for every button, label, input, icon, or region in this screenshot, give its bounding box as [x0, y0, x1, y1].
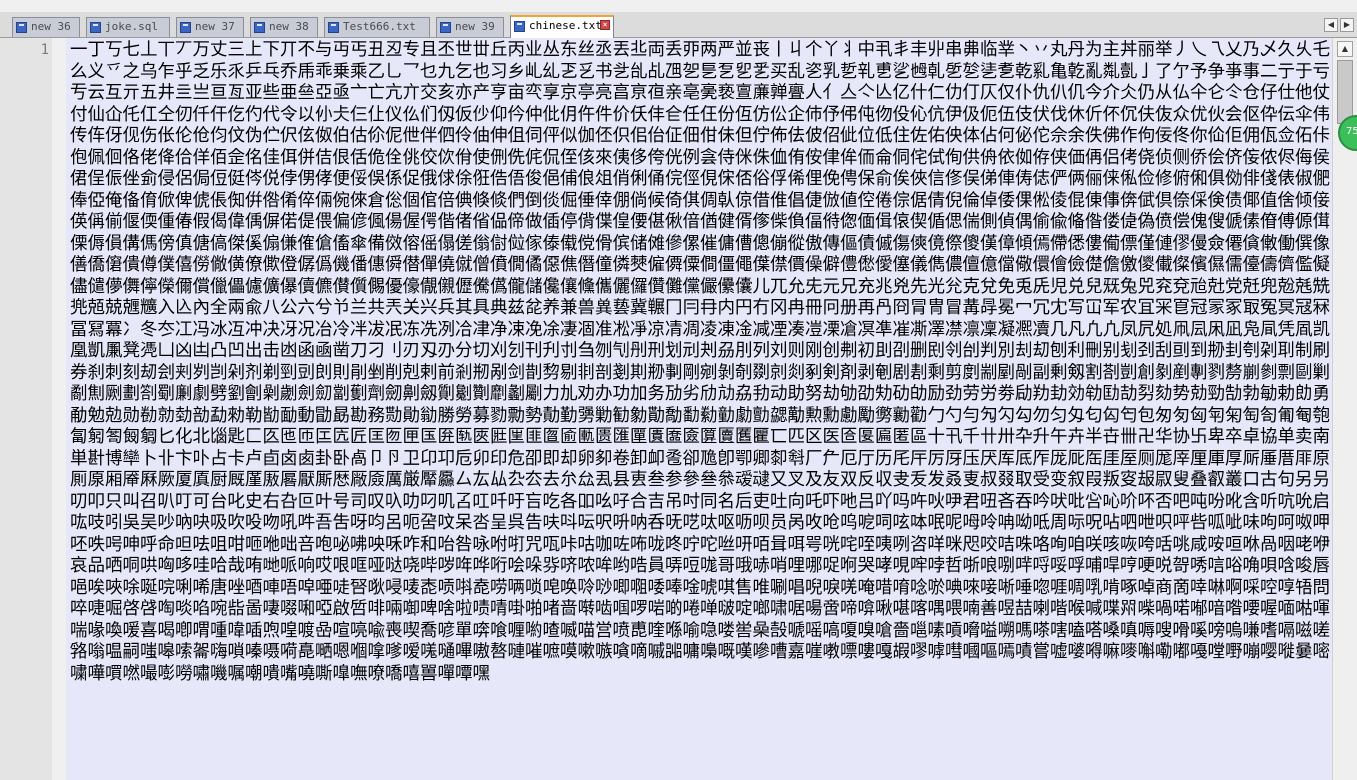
- file-icon: [90, 22, 101, 33]
- text-area[interactable]: 一丁丂七丄丅丆万丈三上下丌不与丏丐丑丒专且丕世丗丘丙业丛东丝丞丟丠両丢丣两严並丧…: [66, 38, 1332, 780]
- scrollbar-thumb[interactable]: [1337, 60, 1353, 124]
- tab-scroll-left-icon[interactable]: ◀: [1324, 18, 1338, 32]
- toolbar-button-icon[interactable]: [4, 0, 18, 7]
- file-icon: [16, 22, 27, 33]
- scroll-up-icon[interactable]: ▲: [1337, 41, 1353, 57]
- file-icon: [254, 22, 265, 33]
- tab-label: Test666.txt: [343, 20, 416, 33]
- file-icon: [440, 22, 451, 33]
- file-icon: [328, 22, 339, 33]
- tab-label: new 39: [455, 20, 495, 33]
- tab-new-36[interactable]: new 36: [12, 17, 80, 37]
- file-icon: [180, 22, 191, 33]
- badge-text: 75: [1346, 126, 1357, 137]
- tab-bar: new 36 joke.sql new 37 new 38 Test666.tx…: [0, 12, 1357, 38]
- line-number-gutter: 1: [0, 38, 66, 780]
- tab-joke-sql[interactable]: joke.sql: [86, 17, 170, 37]
- tab-label: joke.sql: [105, 20, 158, 33]
- tab-scroll-right-icon[interactable]: ▶: [1340, 18, 1354, 32]
- tab-new-37[interactable]: new 37: [176, 17, 244, 37]
- tab-label: chinese.txt: [529, 19, 602, 32]
- tab-new-39[interactable]: new 39: [436, 17, 504, 37]
- file-icon: [514, 21, 525, 32]
- close-tab-icon[interactable]: ×: [600, 20, 610, 30]
- tab-test666[interactable]: Test666.txt: [324, 17, 430, 37]
- tab-new-38[interactable]: new 38: [250, 17, 318, 37]
- tab-chinese-txt[interactable]: chinese.txt ×: [510, 15, 614, 38]
- fold-margin[interactable]: [52, 38, 66, 780]
- tab-label: new 38: [269, 20, 309, 33]
- toolbar: [0, 0, 1357, 12]
- tab-label: new 36: [31, 20, 71, 33]
- tab-label: new 37: [195, 20, 235, 33]
- editor: 1 一丁丂七丄丅丆万丈三上下丌不与丏丐丑丒专且丕世丗丘丙业丛东丝丞丟丠両丢丣两严…: [0, 38, 1357, 780]
- notepad-window: new 36 joke.sql new 37 new 38 Test666.tx…: [0, 0, 1357, 780]
- line-number: 1: [40, 42, 49, 58]
- document-text[interactable]: 一丁丂七丄丅丆万丈三上下丌不与丏丐丑丒专且丕世丗丘丙业丛东丝丞丟丠両丢丣两严並丧…: [70, 40, 1332, 685]
